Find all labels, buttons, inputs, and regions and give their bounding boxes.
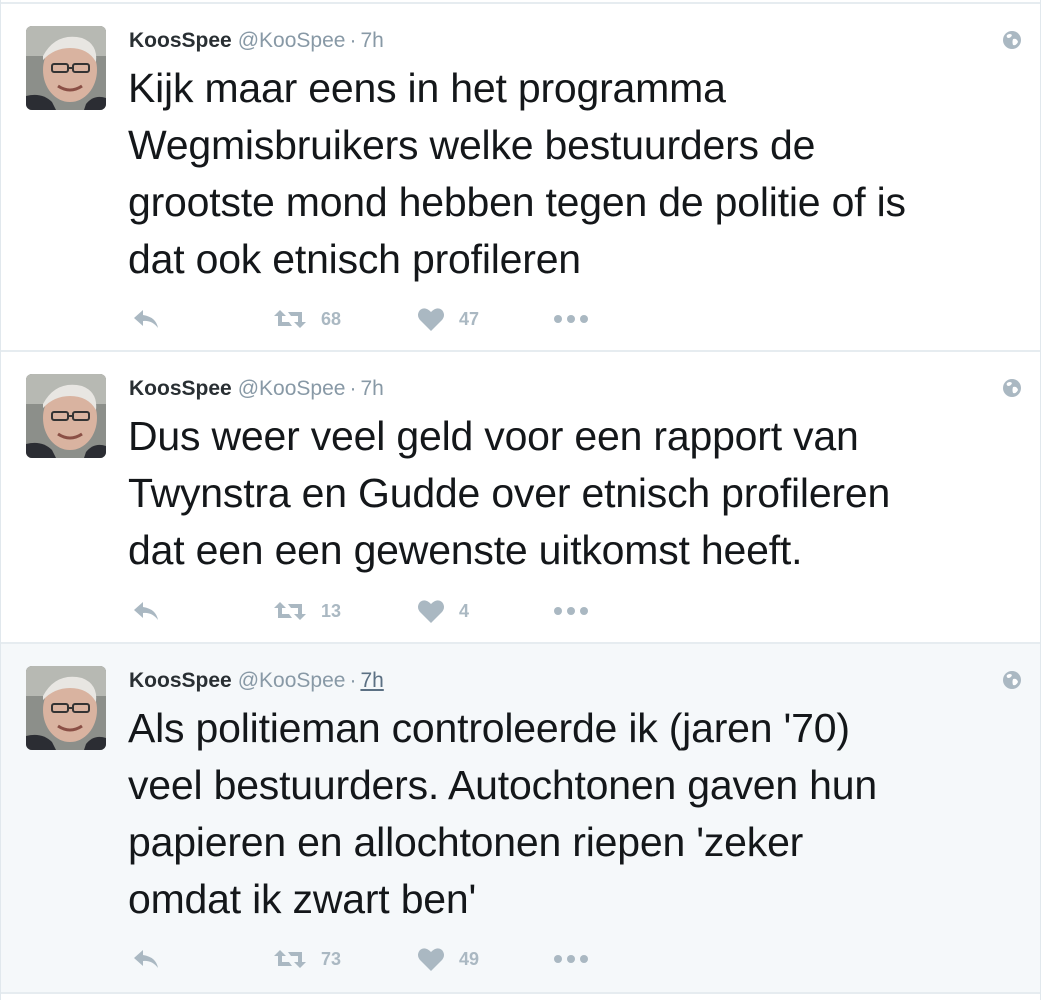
more-dots-icon — [554, 607, 588, 615]
like-button[interactable]: 49 — [417, 944, 479, 974]
tweet-fullname[interactable]: KoosSpee — [129, 377, 232, 400]
retweet-button[interactable]: 73 — [273, 944, 341, 974]
header-separator: · — [349, 29, 357, 52]
tweet-username[interactable]: @KooSpee — [238, 29, 346, 52]
reply-arrow-icon — [134, 950, 158, 968]
avatar[interactable] — [26, 26, 106, 110]
more-button[interactable] — [553, 944, 589, 974]
tweet-text: Dus weer veel geld voor een rapport van … — [128, 413, 891, 573]
avatar-photo-icon — [26, 26, 106, 110]
like-count: 4 — [459, 600, 470, 621]
reply-button[interactable] — [131, 944, 161, 974]
retweet-count: 13 — [321, 600, 342, 621]
reply-arrow-icon — [134, 602, 158, 620]
like-button[interactable]: 4 — [417, 596, 469, 626]
tweet-item[interactable]: KoosSpee @KooSpee · 7h Als politieman contr… — [1, 642, 1040, 994]
heart-icon — [418, 600, 444, 623]
globe-icon — [1003, 671, 1021, 689]
tweet-username[interactable]: @KooSpee — [238, 669, 346, 692]
heart-icon — [418, 948, 444, 971]
tweet-timeline: KoosSpee @KooSpee · 7h Kijk maar eens in he… — [0, 0, 1041, 1000]
retweet-button[interactable]: 13 — [273, 596, 341, 626]
header-separator: · — [349, 377, 357, 400]
retweet-button[interactable]: 68 — [273, 304, 341, 334]
tweet-text: Kijk maar eens in het programma Wegmisbr… — [128, 65, 906, 282]
globe-icon — [1003, 31, 1021, 49]
globe-icon — [1003, 379, 1021, 397]
reply-arrow-icon — [134, 310, 158, 328]
like-count: 49 — [459, 948, 480, 969]
tweet-timestamp-link[interactable]: 7h — [360, 669, 383, 692]
retweet-icon — [274, 310, 306, 328]
retweet-icon — [274, 602, 306, 620]
reply-button[interactable] — [131, 304, 161, 334]
tweet-username[interactable]: @KooSpee — [238, 377, 346, 400]
avatar-photo-icon — [26, 374, 106, 458]
avatar-photo-icon — [26, 666, 106, 750]
header-separator: · — [349, 669, 357, 692]
like-count: 47 — [459, 308, 480, 329]
tweet-timestamp[interactable]: 7h — [360, 29, 383, 52]
tweet-header: KoosSpee @KooSpee · 7h — [129, 26, 384, 56]
more-button[interactable] — [553, 304, 589, 334]
more-dots-icon — [554, 955, 588, 963]
tweet-text: Als politieman controleerde ik (jaren '7… — [128, 705, 877, 922]
heart-icon — [418, 308, 444, 331]
tweet-header: KoosSpee @KooSpee · 7h — [129, 374, 384, 404]
retweet-icon — [274, 950, 306, 968]
avatar[interactable] — [26, 374, 106, 458]
more-dots-icon — [554, 315, 588, 323]
tweet-item[interactable]: KoosSpee @KooSpee · 7h Dus weer veel geld v… — [1, 350, 1040, 642]
tweet-fullname[interactable]: KoosSpee — [129, 29, 232, 52]
retweet-count: 68 — [321, 308, 342, 329]
tweet-timestamp[interactable]: 7h — [360, 377, 383, 400]
retweet-count: 73 — [321, 948, 342, 969]
avatar[interactable] — [26, 666, 106, 750]
like-button[interactable]: 47 — [417, 304, 479, 334]
tweet-fullname[interactable]: KoosSpee — [129, 669, 232, 692]
more-button[interactable] — [553, 596, 589, 626]
tweet-item[interactable]: KoosSpee @KooSpee · 7h Kijk maar eens in he… — [1, 2, 1040, 350]
tweet-header: KoosSpee @KooSpee · 7h — [129, 666, 384, 696]
reply-button[interactable] — [131, 596, 161, 626]
